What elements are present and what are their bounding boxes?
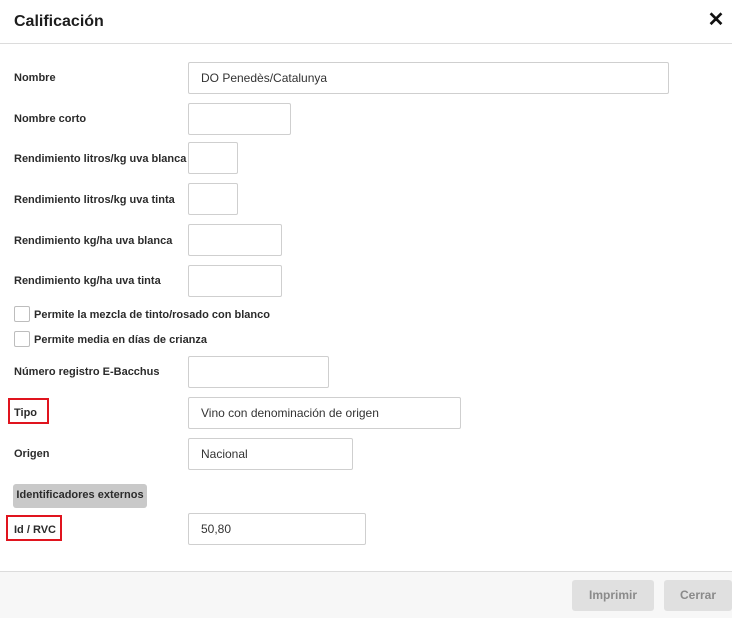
rend-kg-tinta-input[interactable] bbox=[188, 265, 282, 297]
close-icon[interactable]: ✕ bbox=[706, 10, 726, 30]
tipo-input[interactable]: Vino con denominación de origen bbox=[188, 397, 461, 429]
mezcla-checkbox[interactable] bbox=[14, 306, 30, 322]
rend-litros-blanca-label: Rendimiento litros/kg uva blanca bbox=[14, 153, 187, 165]
tipo-label: Tipo bbox=[14, 407, 38, 419]
origen-select[interactable]: Nacional bbox=[188, 438, 353, 470]
rend-kg-tinta-label: Rendimiento kg/ha uva tinta bbox=[14, 275, 161, 287]
rend-kg-blanca-input[interactable] bbox=[188, 224, 282, 256]
rend-litros-tinta-input[interactable] bbox=[188, 183, 238, 215]
nombre-corto-label: Nombre corto bbox=[14, 113, 87, 125]
nombre-input[interactable]: DO Penedès/Catalunya bbox=[188, 62, 669, 94]
rend-litros-blanca-input[interactable] bbox=[188, 142, 238, 174]
media-checkbox[interactable] bbox=[14, 331, 30, 347]
dialog-header: Calificación ✕ bbox=[0, 0, 732, 44]
dialog-title: Calificación bbox=[14, 13, 104, 30]
nombre-corto-input[interactable] bbox=[188, 103, 291, 135]
registro-label: Número registro E-Bacchus bbox=[14, 366, 160, 378]
id-rvc-input[interactable]: 50,80 bbox=[188, 513, 366, 545]
id-rvc-label: Id / RVC bbox=[14, 524, 56, 536]
mezcla-checkbox-label: Permite la mezcla de tinto/rosado con bl… bbox=[34, 309, 270, 321]
registro-input[interactable] bbox=[188, 356, 329, 388]
media-checkbox-label: Permite media en días de crianza bbox=[34, 334, 208, 346]
origen-label: Origen bbox=[14, 448, 50, 460]
imprimir-button[interactable]: Imprimir bbox=[572, 580, 654, 611]
rend-litros-tinta-label: Rendimiento litros/kg uva tinta bbox=[14, 194, 175, 206]
cerrar-button[interactable]: Cerrar bbox=[664, 580, 732, 611]
rend-kg-blanca-label: Rendimiento kg/ha uva blanca bbox=[14, 235, 173, 247]
identificadores-externos-button[interactable]: Identificadores externos bbox=[13, 484, 147, 508]
nombre-label: Nombre bbox=[14, 72, 56, 84]
